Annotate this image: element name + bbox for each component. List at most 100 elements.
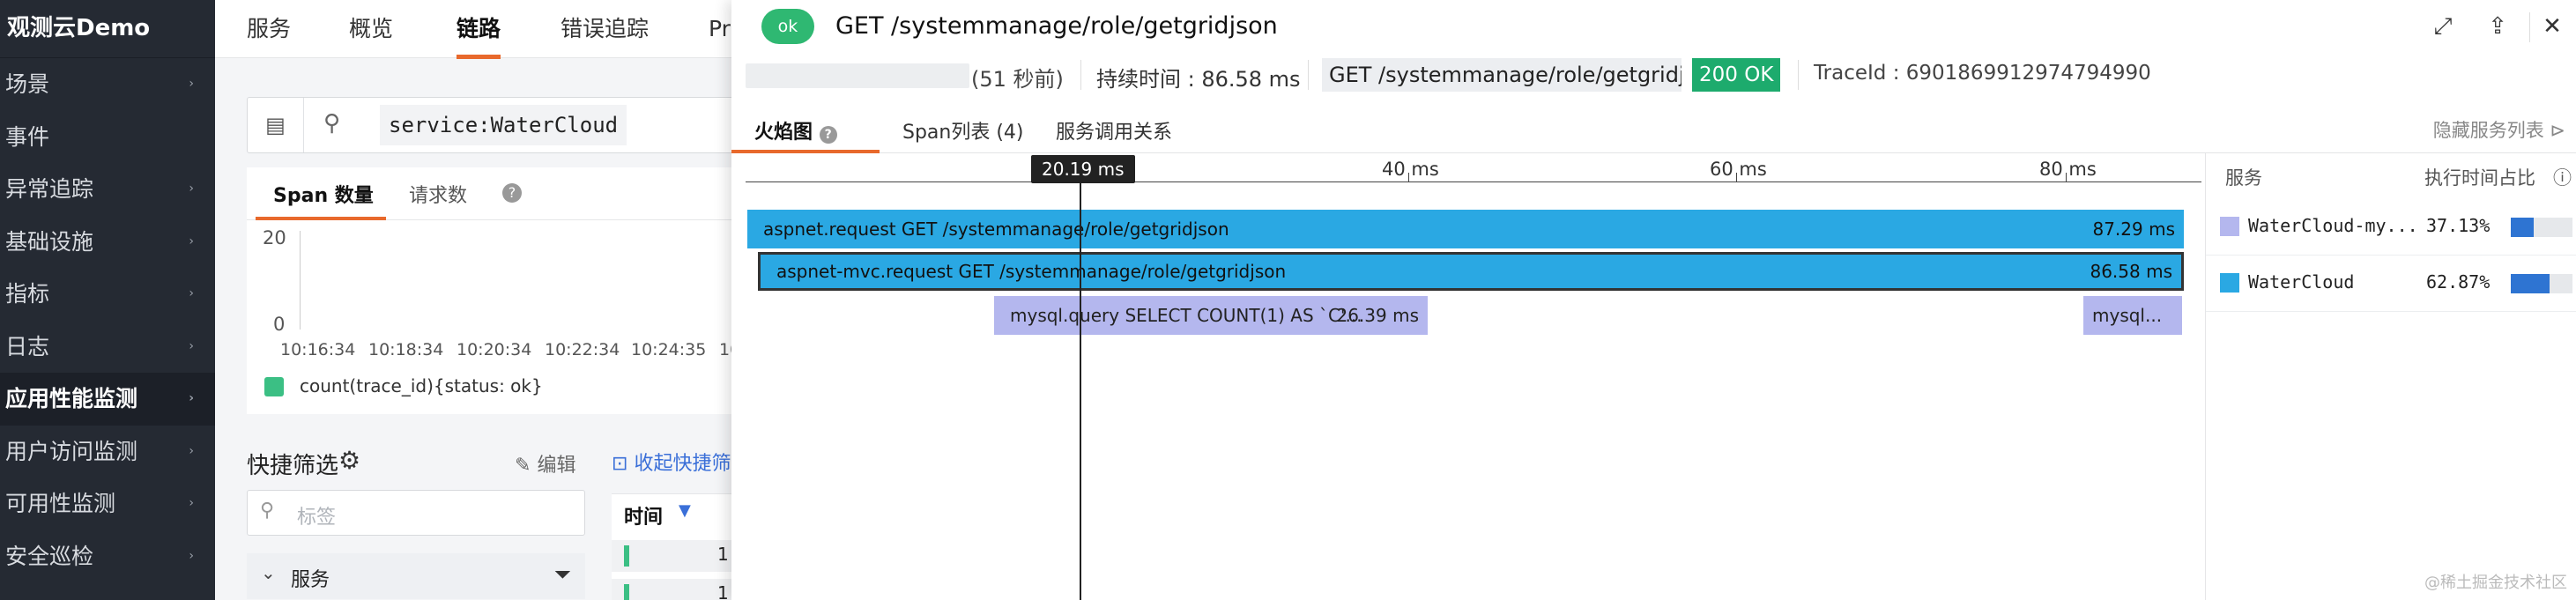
service-filter-group[interactable]: ⌄ 服务 ⏷ [247, 553, 585, 599]
trace-table: 时间 ▼ 1 1 [612, 493, 744, 600]
chevron-right-icon: › [189, 286, 194, 300]
ratio-column-header: 执行时间占比 [2424, 167, 2535, 189]
row-time-cell: 1 [717, 582, 729, 600]
request-resource-chip[interactable]: GET /systemmanage/role/getgridj... [1322, 58, 1681, 92]
table-row[interactable]: 1 [612, 540, 744, 572]
tab-underline [256, 217, 386, 220]
time-column-header[interactable]: 时间 [624, 501, 663, 530]
time-cursor-label: 20.19 ms [1031, 155, 1135, 183]
service-color-swatch [2220, 217, 2239, 236]
trace-title: GET /systemmanage/role/getgridjson [835, 12, 1278, 40]
y-tick-label: 0 [273, 314, 286, 335]
flame-span[interactable]: mysql... [2083, 296, 2182, 335]
tab-services[interactable]: 服务 [247, 0, 291, 58]
tab-span-count[interactable]: Span 数量 [273, 180, 374, 208]
nav-item-logs[interactable]: 日志 › [0, 321, 215, 374]
nav-item-metrics[interactable]: 指标 › [0, 268, 215, 321]
chevron-right-icon: › [189, 548, 194, 563]
nav-item-apm[interactable]: 应用性能监测 › [0, 373, 215, 426]
gear-icon[interactable]: ⚙ [338, 446, 360, 475]
service-ratio-panel: 服务 执行时间占比 ⓘ WaterCloud-my... 37.13% Wate… [2205, 153, 2576, 600]
span-duration: 26.39 ms [1336, 305, 1419, 326]
status-marker [624, 545, 629, 567]
tab-request-count[interactable]: 请求数 [409, 180, 467, 208]
nav-item-scenes[interactable]: 场景 › [0, 58, 215, 111]
time-cursor-line[interactable] [1080, 173, 1081, 600]
x-tick-label: 10:24:35 [631, 340, 707, 359]
ruler-label: 40 ms [1382, 159, 1439, 180]
flame-span[interactable]: mysql.query SELECT COUNT(1) AS `C'... 26… [994, 296, 1428, 335]
hide-list-label: 隐藏服务列表 [2432, 120, 2544, 141]
ratio-bar-track [2511, 218, 2572, 237]
span-duration: 86.58 ms [2090, 261, 2172, 282]
service-row[interactable]: WaterCloud 62.87% [2206, 256, 2576, 312]
edit-filter-link[interactable]: ✎ 编辑 [515, 449, 575, 478]
row-time-cell: 1 [717, 544, 729, 565]
chart-tabs: Span 数量 请求数 ? [247, 167, 744, 220]
ratio-bar-track [2511, 274, 2572, 293]
fullscreen-icon[interactable]: ⤢ [2425, 9, 2461, 44]
service-name: WaterCloud-my... [2248, 215, 2418, 236]
query-mode-button[interactable]: ▤ [248, 98, 304, 152]
edit-label: 编辑 [537, 455, 576, 477]
legend-swatch [264, 377, 284, 396]
nav-item-security-check[interactable]: 安全巡检 › [0, 530, 215, 583]
nav-item-label: 可用性监测 [5, 491, 116, 516]
tab-profile[interactable]: Pr [709, 0, 731, 58]
tag-search-input[interactable]: ⚲ 标签 [247, 490, 585, 536]
span-name: mysql.query SELECT COUNT(1) AS `C'... [1010, 305, 1362, 326]
span-duration: 87.29 ms [2092, 219, 2175, 240]
query-mode-icon: ▤ [265, 113, 286, 137]
sort-icon[interactable]: ▼ [679, 501, 691, 520]
flame-span-selected[interactable]: aspnet-mvc.request GET /systemmanage/rol… [758, 252, 2184, 291]
ruler-label: 80 ms [2039, 159, 2097, 180]
ruler-label: 60 ms [1710, 159, 1767, 180]
nav-item-infrastructure[interactable]: 基础设施 › [0, 216, 215, 269]
search-icon: ⚲ [323, 110, 341, 137]
nav-item-exception-tracking[interactable]: 异常追踪 › [0, 163, 215, 216]
legend-label[interactable]: count(trace_id){status: ok} [300, 375, 543, 396]
ratio-bar-fill [2511, 218, 2534, 237]
time-ruler [746, 181, 2201, 182]
nav-item-label: 场景 [5, 71, 50, 97]
tab-flame-graph[interactable]: 火焰图 ? [754, 116, 837, 144]
hide-service-list-button[interactable]: 隐藏服务列表 ⊳ [2433, 116, 2565, 143]
tab-overview[interactable]: 概览 [349, 0, 393, 58]
nav-item-label: 应用性能监测 [5, 386, 138, 411]
sidebar: 观测云Demo 场景 › 事件 异常追踪 › 基础设施 › 指标 › 日志 › 应用性能监… [0, 0, 215, 600]
close-icon[interactable]: ✕ [2535, 9, 2570, 44]
span-count-chart-card: Span 数量 请求数 ? 20 0 10:16:34 10:18:34 10:… [247, 167, 744, 414]
nav-item-label: 指标 [5, 281, 50, 307]
pencil-icon: ✎ [515, 455, 538, 477]
nav-item-events[interactable]: 事件 [0, 111, 215, 164]
service-row[interactable]: WaterCloud-my... 37.13% [2206, 199, 2576, 256]
collapse-quick-filter-link[interactable]: ⊡ 收起快捷筛 [612, 448, 731, 476]
tab-service-call-graph[interactable]: 服务调用关系 [1056, 116, 1172, 144]
redacted-timestamp [746, 63, 969, 88]
collapse-icon: ⊡ [612, 453, 635, 475]
x-tick-label: 10:18:34 [368, 340, 444, 359]
workspace-name[interactable]: 观测云Demo [0, 0, 215, 58]
trace-duration: 持续时间 : 86.58 ms [1096, 67, 1301, 92]
tab-error-tracking[interactable]: 错误追踪 [560, 0, 649, 58]
help-icon[interactable]: ? [819, 126, 837, 144]
help-icon[interactable]: ? [502, 183, 522, 203]
service-column-header: 服务 [2225, 167, 2262, 189]
search-query-chip[interactable]: service:WaterCloud [380, 105, 627, 145]
trace-id[interactable]: TraceId : 6901869912974794990 [1814, 62, 2151, 85]
divider [2529, 12, 2530, 42]
apm-main-page: 服务 概览 链路 错误追踪 Pr ▤ ⚲ service:WaterCloud … [215, 0, 744, 600]
table-row[interactable]: 1 [612, 579, 744, 600]
share-icon[interactable]: ⇪ [2480, 9, 2515, 44]
collapse-label: 收起快捷筛 [634, 453, 731, 475]
clear-filter-icon[interactable]: ⏷ [554, 562, 571, 587]
nav-item-label: 用户访问监测 [5, 438, 138, 464]
nav-item-synthetics[interactable]: 可用性监测 › [0, 478, 215, 530]
nav-item-rum[interactable]: 用户访问监测 › [0, 426, 215, 478]
service-name: WaterCloud [2248, 271, 2355, 293]
tab-traces[interactable]: 链路 [457, 0, 501, 59]
info-icon[interactable]: ⓘ [2553, 164, 2572, 190]
span-name: aspnet.request GET /systemmanage/role/ge… [763, 219, 1229, 240]
flame-span[interactable]: aspnet.request GET /systemmanage/role/ge… [747, 210, 2184, 248]
tab-span-list[interactable]: Span列表 (4) [902, 116, 1024, 144]
